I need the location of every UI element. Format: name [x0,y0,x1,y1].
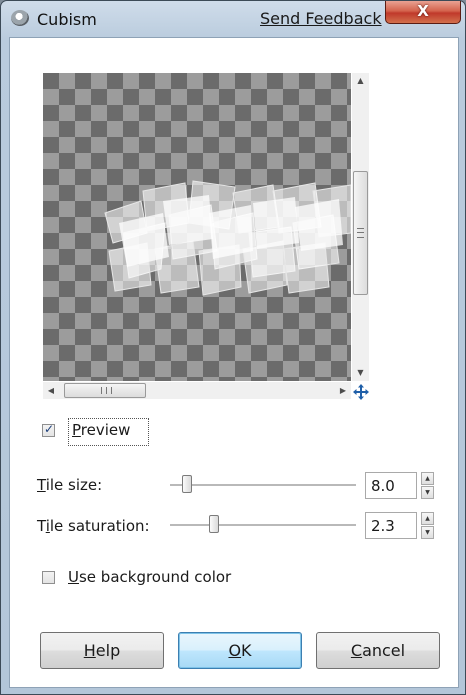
spin-down-icon[interactable]: ▼ [421,486,434,499]
tile-size-spinner[interactable]: ▲ ▼ [421,472,434,499]
close-icon: X [417,2,429,20]
tile-saturation-slider-thumb[interactable] [209,515,219,533]
send-feedback-link[interactable]: Send Feedback [260,9,382,28]
grip-icon [101,387,112,394]
spin-down-icon[interactable]: ▼ [421,526,434,539]
preview-tile [163,195,213,245]
scroll-up-icon[interactable]: ▲ [352,73,369,89]
checkmark-icon: ✓ [44,422,55,436]
preview-tile [295,199,343,251]
ok-button[interactable]: OK [178,632,302,669]
cancel-button[interactable]: Cancel [316,632,440,669]
tile-size-slider-thumb[interactable] [182,475,192,493]
tile-saturation-spinner[interactable]: ▲ ▼ [421,512,434,539]
preview-tile [209,205,253,259]
window-title: Cubism [37,10,97,29]
help-button[interactable]: Help [40,632,164,669]
gimp-app-icon [11,10,29,26]
spin-up-icon[interactable]: ▲ [421,512,434,525]
use-background-color-label[interactable]: Use background color [68,568,231,586]
tile-size-input[interactable]: 8.0 [365,472,417,499]
cubism-preview-image [104,180,351,296]
horizontal-scroll-thumb[interactable] [64,383,146,398]
preview-canvas[interactable] [43,73,351,381]
use-background-color-checkbox[interactable] [42,571,55,584]
spin-up-icon[interactable]: ▲ [421,472,434,485]
preview-label[interactable]: Preview [72,421,130,439]
tile-saturation-input[interactable]: 2.3 [365,512,417,539]
tile-size-slider-track[interactable] [170,484,356,487]
preview-tile [253,197,299,249]
scroll-right-icon[interactable]: ▶ [335,382,351,399]
tile-saturation-label: Tile saturation: [37,517,150,535]
grip-icon [357,228,364,238]
preview-checkbox[interactable]: ✓ [42,422,55,437]
preview-tile [282,242,330,294]
scroll-left-icon[interactable]: ◀ [43,382,59,399]
preview-horizontal-scrollbar[interactable]: ◀ ▶ [43,382,351,399]
close-button[interactable]: X [385,1,461,24]
title-bar[interactable]: Cubism Send Feedback X [1,1,465,37]
vertical-scroll-thumb[interactable] [353,171,368,295]
tile-size-label: Tile size: [37,476,103,494]
scroll-down-icon[interactable]: ▼ [352,365,369,381]
preview-vertical-scrollbar[interactable]: ▲ ▼ [352,73,369,381]
cubism-dialog: Cubism Send Feedback X ▲ ▼ ◀ ▶ ✓ Preview… [0,0,466,695]
move-cross-icon[interactable] [353,384,369,400]
tile-saturation-slider-track[interactable] [170,524,356,527]
dialog-content: ▲ ▼ ◀ ▶ ✓ Preview Tile size: 8.0 ▲ ▼ Til… [9,37,459,688]
